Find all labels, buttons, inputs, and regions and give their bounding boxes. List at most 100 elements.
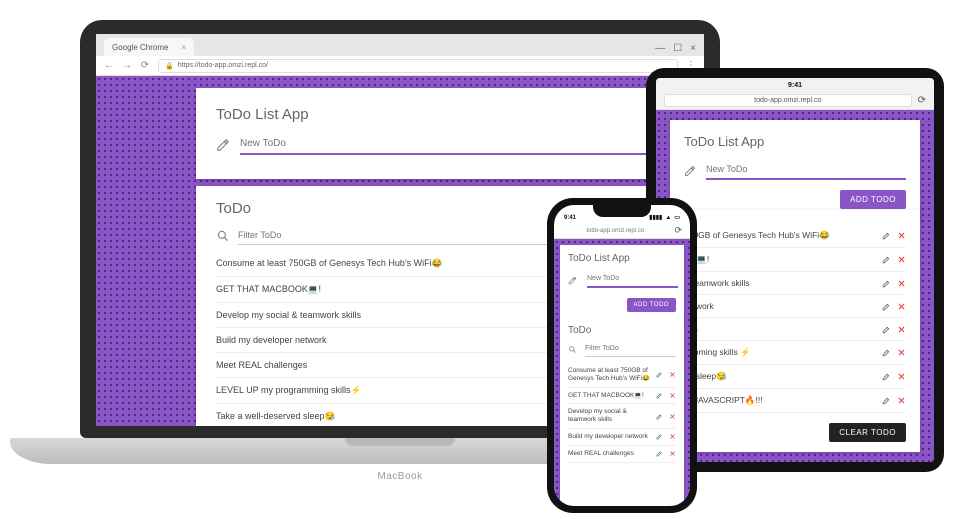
close-tab-icon[interactable]: × bbox=[181, 43, 186, 52]
compose-row bbox=[216, 135, 654, 155]
edit-todo-icon[interactable] bbox=[882, 325, 891, 334]
back-icon[interactable]: ← bbox=[104, 60, 114, 71]
edit-todo-icon[interactable] bbox=[656, 450, 663, 457]
todo-text: Consume at least 750GB of Genesys Tech H… bbox=[216, 258, 442, 269]
todo-text: Meet REAL challenges bbox=[216, 360, 307, 370]
edit-todo-icon[interactable] bbox=[882, 302, 891, 311]
edit-todo-icon[interactable] bbox=[656, 433, 663, 440]
todo-text: Consume at least 750GB of Genesys Tech H… bbox=[568, 367, 650, 383]
delete-todo-icon[interactable] bbox=[897, 255, 906, 264]
delete-todo-icon[interactable] bbox=[669, 371, 676, 378]
edit-todo-icon[interactable] bbox=[656, 371, 663, 378]
delete-todo-icon[interactable] bbox=[897, 348, 906, 357]
compose-icon bbox=[684, 165, 696, 177]
todo-row: Develop my social & teamwork skills bbox=[568, 404, 676, 429]
todo-text: Build my developer network bbox=[216, 335, 327, 345]
todo-text: 750GB of Genesys Tech Hub's WiFi😂 bbox=[684, 230, 830, 241]
new-todo-input[interactable] bbox=[587, 272, 678, 288]
compose-row bbox=[684, 161, 906, 180]
ipad-address-bar[interactable]: todo-app.omzi.repl.co bbox=[664, 94, 912, 107]
filter-row bbox=[568, 342, 676, 357]
ipad-url-text: todo-app.omzi.repl.co bbox=[754, 97, 821, 104]
iphone-reload-icon[interactable]: ⟳ bbox=[674, 225, 682, 236]
iphone-address-bar[interactable]: todo-app.omzi.repl.co bbox=[562, 228, 668, 234]
todo-row: Meet REAL challenges bbox=[568, 446, 676, 463]
delete-todo-icon[interactable] bbox=[669, 392, 676, 399]
maximize-icon[interactable]: ☐ bbox=[673, 43, 682, 54]
delete-todo-icon[interactable] bbox=[669, 413, 676, 420]
list-actions: CLEAR TODO bbox=[684, 423, 906, 442]
add-todo-button[interactable]: ADD TODO bbox=[840, 190, 906, 209]
compose-icon bbox=[568, 276, 577, 285]
todo-row: IT JAVASCRIPT🔥!!! bbox=[684, 389, 906, 413]
edit-todo-icon[interactable] bbox=[656, 413, 663, 420]
todo-row: Build my developer network bbox=[568, 429, 676, 446]
new-todo-input[interactable] bbox=[706, 161, 906, 180]
todo-text: GET THAT MACBOOK💻! bbox=[216, 284, 321, 295]
delete-todo-icon[interactable] bbox=[897, 302, 906, 311]
window-controls: — ☐ × bbox=[655, 43, 696, 56]
compose-actions: ADD TODO bbox=[568, 298, 676, 312]
delete-todo-icon[interactable] bbox=[897, 372, 906, 381]
delete-todo-icon[interactable] bbox=[669, 450, 676, 457]
iphone-viewport: ToDo List App ADD TODO ToDo bbox=[554, 239, 690, 506]
ipad-time: 9:41 bbox=[788, 82, 802, 89]
todo-list: 750GB of Genesys Tech Hub's WiFi😂 OK💻! &… bbox=[684, 224, 906, 413]
edit-todo-icon[interactable] bbox=[882, 396, 891, 405]
edit-todo-icon[interactable] bbox=[882, 279, 891, 288]
todo-text: Develop my social & teamwork skills bbox=[568, 408, 650, 424]
section-title: ToDo bbox=[568, 325, 676, 336]
edit-todo-icon[interactable] bbox=[882, 231, 891, 240]
todo-text: GET THAT MACBOOK💻! bbox=[568, 392, 644, 400]
delete-todo-icon[interactable] bbox=[897, 396, 906, 405]
todo-text: Build my developer network bbox=[568, 433, 648, 441]
browser-tab[interactable]: Google Chrome × bbox=[104, 38, 194, 56]
todo-row: Consume at least 750GB of Genesys Tech H… bbox=[568, 363, 676, 388]
clear-todo-button[interactable]: CLEAR TODO bbox=[829, 423, 906, 442]
todo-list: Consume at least 750GB of Genesys Tech H… bbox=[568, 363, 676, 463]
todo-row: 750GB of Genesys Tech Hub's WiFi😂 bbox=[684, 224, 906, 248]
edit-todo-icon[interactable] bbox=[882, 372, 891, 381]
ipad-reload-icon[interactable]: ⟳ bbox=[918, 95, 926, 106]
iphone-mockup: 9:41 ▮▮▮▮ ▲ ▭ todo-app.omzi.repl.co ⟳ To… bbox=[547, 198, 697, 513]
delete-todo-icon[interactable] bbox=[897, 279, 906, 288]
address-bar[interactable]: 🔒 https://todo-app.omzi.repl.co/ bbox=[158, 59, 678, 73]
new-todo-input[interactable] bbox=[240, 135, 654, 155]
todo-row: & teamwork skills bbox=[684, 272, 906, 295]
close-window-icon[interactable]: × bbox=[690, 43, 696, 54]
list-card: ToDo Consume at least 750GB of Genesys T… bbox=[560, 317, 684, 506]
iphone-safari-bar: todo-app.omzi.repl.co ⟳ bbox=[554, 223, 690, 239]
compose-row bbox=[568, 272, 676, 288]
browser-toolbar: ← → ⟳ 🔒 https://todo-app.omzi.repl.co/ ⋮ bbox=[96, 56, 704, 76]
edit-todo-icon[interactable] bbox=[656, 392, 663, 399]
minimize-icon[interactable]: — bbox=[655, 43, 665, 54]
iphone-screen: 9:41 ▮▮▮▮ ▲ ▭ todo-app.omzi.repl.co ⟳ To… bbox=[554, 205, 690, 506]
iphone-time: 9:41 bbox=[564, 215, 576, 221]
forward-icon[interactable]: → bbox=[122, 60, 132, 71]
edit-todo-icon[interactable] bbox=[882, 255, 891, 264]
browser-tabstrip: Google Chrome × — ☐ × bbox=[96, 34, 704, 56]
macbook-brand-label: MacBook bbox=[377, 471, 422, 482]
edit-todo-icon[interactable] bbox=[882, 348, 891, 357]
ipad-viewport: ToDo List App ADD TODO 750GB of Genesys … bbox=[656, 110, 934, 462]
delete-todo-icon[interactable] bbox=[669, 433, 676, 440]
add-todo-button[interactable]: ADD TODO bbox=[627, 298, 676, 312]
iphone-status-icons: ▮▮▮▮ ▲ ▭ bbox=[649, 214, 680, 221]
todo-text: LEVEL UP my programming skills⚡ bbox=[216, 385, 361, 396]
delete-todo-icon[interactable] bbox=[897, 231, 906, 240]
todo-row: network bbox=[684, 295, 906, 318]
search-icon bbox=[216, 229, 230, 243]
todo-row: ed sleep😪 bbox=[684, 365, 906, 389]
list-card: 750GB of Genesys Tech Hub's WiFi😂 OK💻! &… bbox=[670, 210, 920, 452]
url-text: https://todo-app.omzi.repl.co/ bbox=[178, 62, 268, 69]
filter-input[interactable] bbox=[585, 342, 676, 357]
wifi-icon: ▲ bbox=[665, 215, 671, 221]
ipad-screen: 9:41 todo-app.omzi.repl.co ⟳ ToDo List A… bbox=[656, 78, 934, 462]
tab-title: Google Chrome bbox=[112, 43, 168, 52]
todo-row: GET THAT MACBOOK💻! bbox=[568, 388, 676, 405]
iphone-notch bbox=[593, 205, 651, 217]
reload-icon[interactable]: ⟳ bbox=[140, 60, 150, 71]
todo-text: Develop my social & teamwork skills bbox=[216, 310, 361, 320]
todo-row: ges bbox=[684, 318, 906, 341]
delete-todo-icon[interactable] bbox=[897, 325, 906, 334]
